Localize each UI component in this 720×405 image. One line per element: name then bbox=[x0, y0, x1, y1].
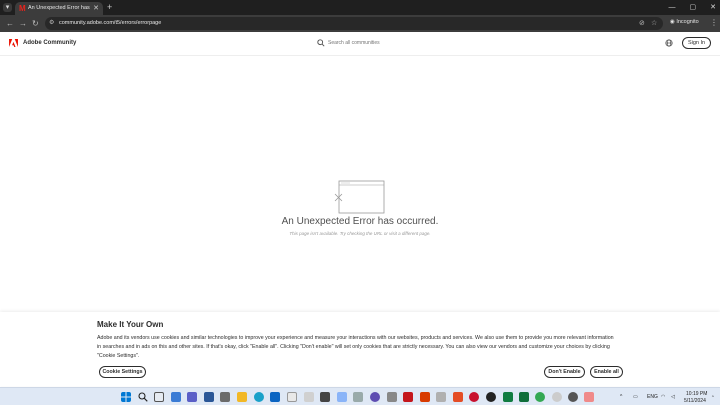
notification-icon[interactable]: ◔ bbox=[711, 394, 714, 400]
back-icon[interactable]: ← bbox=[6, 18, 14, 29]
app-icon-12[interactable] bbox=[519, 392, 529, 402]
excel-icon[interactable] bbox=[503, 392, 513, 402]
browser-toolbar: ← → ↻ ⚙ community.adobe.com/t5/errors/er… bbox=[0, 15, 720, 32]
adobe-favicon-icon: M bbox=[19, 4, 26, 13]
window-controls: — ▢ ✕ bbox=[669, 2, 717, 13]
site-header: Adobe Community Sign In bbox=[0, 32, 720, 56]
app-icon-3[interactable] bbox=[304, 392, 314, 402]
close-window-icon[interactable]: ✕ bbox=[710, 2, 716, 13]
clock-date[interactable]: 5/11/2024 bbox=[684, 398, 706, 404]
wifi-icon[interactable]: ◠ bbox=[661, 394, 665, 400]
edge-icon[interactable] bbox=[254, 392, 264, 402]
brand-name[interactable]: Adobe Community bbox=[23, 40, 76, 46]
volume-icon[interactable]: ◁ bbox=[671, 394, 675, 400]
minimize-icon[interactable]: — bbox=[669, 2, 676, 13]
sign-in-button[interactable]: Sign In bbox=[682, 37, 711, 49]
app-icon-1[interactable] bbox=[204, 392, 214, 402]
site-info-icon[interactable]: ⚙ bbox=[49, 19, 54, 26]
opera-icon[interactable] bbox=[469, 392, 479, 402]
app-icon-8[interactable] bbox=[387, 392, 397, 402]
incognito-indicator[interactable]: ◉ Incognito bbox=[670, 19, 699, 25]
keyboard-icon[interactable]: ▭ bbox=[633, 394, 638, 400]
clock-time[interactable]: 10:19 PM bbox=[686, 391, 707, 397]
app-icon-11[interactable] bbox=[486, 392, 496, 402]
globe-icon[interactable] bbox=[665, 39, 673, 47]
address-bar[interactable]: ⚙ community.adobe.com/t5/errors/errorpag… bbox=[45, 17, 663, 30]
cookie-banner-text: Adobe and its vendors use cookies and si… bbox=[97, 335, 614, 359]
cookie-banner: Make It Your Own Adobe and its vendors u… bbox=[0, 312, 720, 386]
app-icon-13[interactable] bbox=[552, 392, 562, 402]
app-icon-7[interactable] bbox=[370, 392, 380, 402]
task-view-icon[interactable] bbox=[154, 392, 164, 402]
tab-search-button[interactable]: ▾ bbox=[3, 3, 12, 12]
language-indicator[interactable]: ENG bbox=[647, 394, 658, 400]
app-icon-5[interactable] bbox=[337, 392, 347, 402]
app-icon-9[interactable] bbox=[420, 392, 430, 402]
browser-menu-icon[interactable]: ⋮ bbox=[710, 18, 718, 27]
brave-icon[interactable] bbox=[453, 392, 463, 402]
new-tab-icon[interactable]: + bbox=[107, 2, 112, 13]
tray-chevron-icon[interactable]: ^ bbox=[620, 394, 622, 400]
app-icon-6[interactable] bbox=[353, 392, 363, 402]
browser-tab-active[interactable]: M An Unexpected Error has occu... ✕ bbox=[15, 2, 103, 15]
widgets-icon[interactable] bbox=[171, 392, 181, 402]
url-text[interactable]: community.adobe.com/t5/errors/errorpage bbox=[59, 20, 161, 26]
maximize-icon[interactable]: ▢ bbox=[690, 2, 697, 13]
app-icon-10[interactable] bbox=[436, 392, 446, 402]
windows-taskbar: ^ ▭ ENG ◠ ◁ 10:19 PM 5/11/2024 ◔ bbox=[0, 387, 720, 405]
error-title: An Unexpected Error has occurred. bbox=[281, 216, 439, 227]
forward-icon[interactable]: → bbox=[19, 18, 27, 29]
broken-window-icon bbox=[334, 180, 385, 214]
search-input[interactable] bbox=[328, 38, 438, 48]
reload-icon[interactable]: ↻ bbox=[32, 18, 39, 29]
error-subtitle: This page isn't available. Try checking … bbox=[289, 231, 431, 236]
adobe-logo-icon[interactable] bbox=[9, 39, 18, 47]
bookmark-star-icon[interactable]: ☆ bbox=[651, 19, 657, 27]
chrome-incognito-icon[interactable] bbox=[568, 392, 578, 402]
eye-off-icon[interactable]: ⊘ bbox=[639, 19, 645, 27]
tab-title: An Unexpected Error has occu... bbox=[28, 5, 90, 11]
app-icon-14[interactable] bbox=[584, 392, 594, 402]
search-icon[interactable] bbox=[317, 39, 325, 47]
incognito-label: Incognito bbox=[676, 19, 699, 25]
outlook-icon[interactable] bbox=[270, 392, 280, 402]
tab-close-icon[interactable]: ✕ bbox=[93, 4, 99, 12]
file-explorer-icon[interactable] bbox=[237, 392, 247, 402]
windows-start-icon[interactable] bbox=[121, 392, 131, 402]
chrome-icon[interactable] bbox=[535, 392, 545, 402]
cookie-banner-title: Make It Your Own bbox=[97, 320, 164, 329]
notepad-icon[interactable] bbox=[287, 392, 297, 402]
acrobat-icon[interactable] bbox=[403, 392, 413, 402]
app-icon-4[interactable] bbox=[320, 392, 330, 402]
enable-all-button[interactable]: Enable all bbox=[590, 366, 623, 378]
browser-tab-strip: ▾ M An Unexpected Error has occu... ✕ + … bbox=[0, 0, 720, 15]
app-icon-2[interactable] bbox=[220, 392, 230, 402]
cookie-settings-button[interactable]: Cookie Settings bbox=[99, 366, 146, 378]
dont-enable-button[interactable]: Don't Enable bbox=[544, 366, 585, 378]
taskbar-search-icon[interactable] bbox=[138, 392, 148, 402]
teams-icon[interactable] bbox=[187, 392, 197, 402]
